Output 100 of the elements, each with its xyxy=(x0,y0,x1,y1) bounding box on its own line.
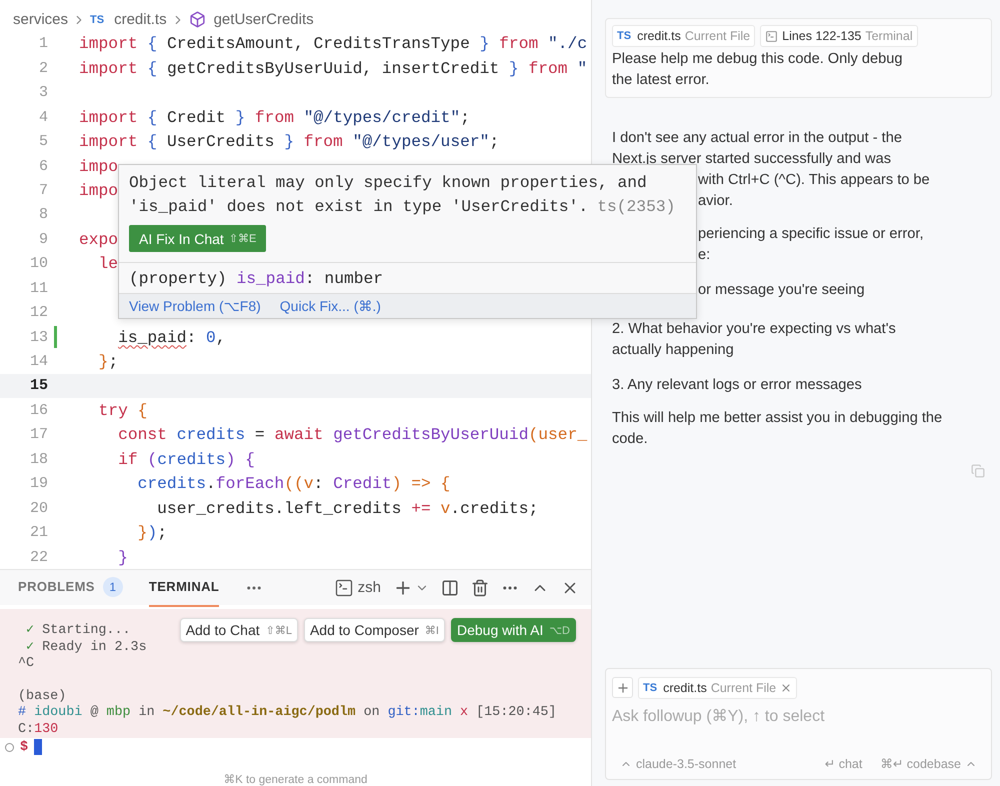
code-line: }; xyxy=(98,352,118,372)
code-line: } xyxy=(117,548,128,567)
trash-icon[interactable] xyxy=(471,578,489,597)
terminal-icon xyxy=(334,578,354,598)
response-text: e: xyxy=(698,246,710,265)
terminal-icon xyxy=(765,30,778,42)
response-text: This will help me better assist you in debugging the xyxy=(612,409,942,428)
code-line: import { UserCredits } from "@/types/user"; xyxy=(79,132,500,152)
response-text: 3. Any relevant logs or error messages xyxy=(612,376,862,395)
line-number: 19 xyxy=(28,475,48,492)
popup-link[interactable]: Quick Fix... (⌘.) xyxy=(280,298,381,314)
response-text: with Ctrl+C (^C). This appears to be xyxy=(698,171,930,190)
line-number: 3 xyxy=(38,84,48,102)
response-text: periencing a specific issue or error, xyxy=(698,225,924,244)
chip-hint: Current File xyxy=(710,681,776,695)
code-line: credits.forEach((v: Credit) => { xyxy=(136,474,450,494)
terminal-line: (base) xyxy=(18,688,66,704)
count-badge: 1 xyxy=(102,576,123,597)
terminal-line: # idoubi @ mbp in ~/code/all-in-aigc/podlm on git:main x [15:20:45] xyxy=(18,705,556,720)
user-message: Please help me debug this code. Only debug the latest error. xyxy=(612,50,904,90)
line-number: 16 xyxy=(28,402,48,419)
breadcrumb-item[interactable]: getUserCredits xyxy=(214,11,314,28)
chat-input[interactable]: TS credit.ts Current File Ask followup (⌘Y), ↑ to select claude-3.5-sonnet ↵ chat ⌘↵ codebase xyxy=(605,668,992,780)
chip-name: credit.ts xyxy=(663,681,707,695)
terminal-line: ^C xyxy=(18,656,34,672)
line-number: 22 xyxy=(28,548,48,566)
breadcrumb-item[interactable]: services xyxy=(13,11,68,28)
cube-icon xyxy=(188,11,206,28)
chip-name: credit.ts xyxy=(637,29,681,43)
terminal-action-button[interactable]: Add to Chat ⇧⌘L xyxy=(180,618,298,642)
circle-icon xyxy=(5,742,14,752)
code-line: try { xyxy=(98,400,148,420)
add-context-button[interactable] xyxy=(612,677,633,698)
chip-hint: Terminal xyxy=(865,29,913,43)
hint-text: ⌘K to generate a command xyxy=(222,773,368,786)
split-icon[interactable] xyxy=(441,578,459,597)
code-line: impo xyxy=(79,156,118,176)
error-message: 'is_paid' does not exist in type 'UserCredits'. xyxy=(129,196,588,218)
code-line: expo xyxy=(79,230,118,249)
terminal-action-button[interactable]: Add to Composer ⌘I xyxy=(304,618,445,642)
popup-link[interactable]: View Problem (⌥F8) xyxy=(129,298,261,314)
line-number: 21 xyxy=(28,524,48,542)
code-line: import { CreditsAmount, CreditsTransType } from "./c xyxy=(79,34,588,54)
line-number: 17 xyxy=(28,426,48,444)
line-number: 4 xyxy=(38,108,48,126)
response-text: 2. What behavior you're expecting vs what's xyxy=(612,320,896,339)
response-text: actually happening xyxy=(612,341,734,360)
line-number: 5 xyxy=(38,133,48,150)
line-number: 14 xyxy=(28,353,48,370)
terminal-line: ✓ Starting... xyxy=(25,623,131,638)
panel-tab[interactable]: PROBLEMS 1 xyxy=(18,568,123,607)
error-message: Object literal may only specify known properties, and xyxy=(129,172,647,194)
line-number: 13 xyxy=(28,328,48,346)
prompt-symbol: $ xyxy=(20,740,28,754)
file-type-label: TS xyxy=(643,682,658,694)
code-line: import { Credit } from "@/types/credit"; xyxy=(79,108,470,127)
terminal-line: C:130 xyxy=(18,722,58,737)
code-line: user_credits.left_credits += v.credits; xyxy=(156,498,538,518)
code-line: if (credits) { xyxy=(117,450,255,469)
text-cursor xyxy=(34,739,42,755)
code-line: }); xyxy=(136,523,167,542)
line-number: 12 xyxy=(28,304,48,322)
line-number: 1 xyxy=(38,35,48,52)
context-chip[interactable]: TS credit.ts Current File xyxy=(612,25,756,47)
context-chip[interactable]: TS credit.ts Current File xyxy=(638,677,798,699)
line-number: 7 xyxy=(38,182,48,199)
chip-name: Lines 122-135 xyxy=(782,29,862,43)
response-text: I don't see any actual error in the output - the xyxy=(612,129,902,148)
code-line: const credits = await getCreditsByUserUuid(user_ xyxy=(117,425,588,444)
panel-tab[interactable]: TERMINAL xyxy=(148,568,220,607)
line-number: 9 xyxy=(38,230,48,248)
response-text: Next.js server started successfully and was xyxy=(612,150,892,169)
line-number: 6 xyxy=(38,158,48,175)
type-signature: (property) is_paid: number xyxy=(129,268,384,288)
breadcrumb-item[interactable]: credit.ts xyxy=(114,11,167,28)
line-number: 2 xyxy=(38,60,48,77)
line-number: 15 xyxy=(28,377,48,394)
close-icon[interactable] xyxy=(780,682,792,694)
code-line: import { getCreditsByUserUuid, insertCredit } from " xyxy=(79,58,588,78)
response-text: avior. xyxy=(698,192,733,211)
terminal-action-button[interactable]: Debug with AI ⌥D xyxy=(450,618,576,642)
context-chip[interactable]: Lines 122-135 Terminal xyxy=(760,25,918,47)
terminal-line: ✓ Ready in 2.3s xyxy=(25,640,147,655)
code-line: is_paid: 0, xyxy=(117,328,226,347)
response-text: code. xyxy=(612,430,648,449)
chip-hint: Current File xyxy=(684,29,750,43)
line-number: 8 xyxy=(38,206,48,224)
code-line: impo xyxy=(79,180,118,200)
plus-icon xyxy=(616,680,630,694)
line-number: 18 xyxy=(28,450,48,468)
line-number: 10 xyxy=(28,255,48,272)
error-code: ts(2353) xyxy=(597,196,676,218)
response-text: or message you're seeing xyxy=(698,281,865,300)
line-number: 11 xyxy=(28,280,48,297)
line-number: 20 xyxy=(28,500,48,517)
file-type-label: TS xyxy=(90,14,104,26)
ai-fix-button[interactable]: AI Fix In Chat ⇧⌘E xyxy=(129,225,266,252)
code-line: le xyxy=(98,254,118,274)
shell-button[interactable]: zsh xyxy=(334,578,381,598)
file-type-label: TS xyxy=(617,30,632,42)
